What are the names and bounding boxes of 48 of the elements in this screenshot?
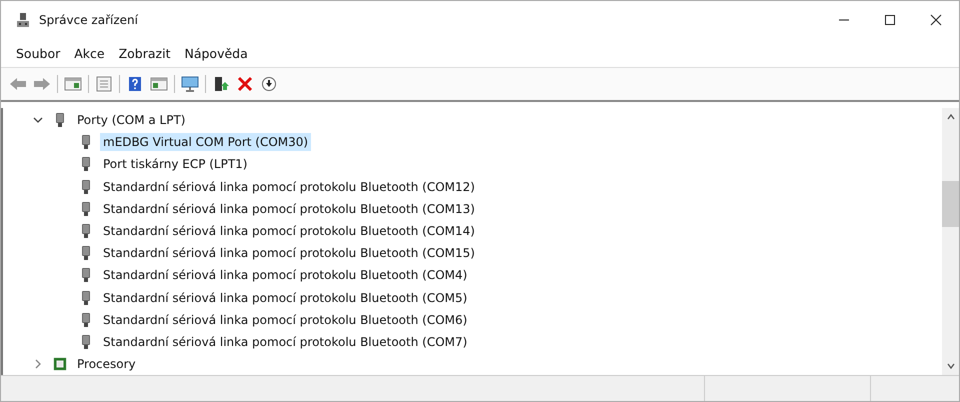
scroll-up-icon[interactable] [946,112,956,122]
menu-item[interactable]: Soubor [11,44,66,62]
tree-item[interactable]: Standardní sériová linka pomocí protokolu Bluetooth (COM5) [100,288,470,307]
collapse-chevron-icon[interactable] [33,115,43,126]
port-icon [79,312,93,328]
expand-chevron-icon[interactable] [33,359,43,370]
port-icon [79,334,93,350]
window-title: Správce zařízení [39,13,138,27]
port-icon [79,200,93,217]
maximize-icon[interactable] [884,14,896,26]
back-arrow-icon[interactable] [9,76,27,92]
tree-item[interactable]: Standardní sériová linka pomocí protokolu Bluetooth (COM12) [100,178,478,196]
tree-item[interactable]: Standardní sériová linka pomocí protokolu Bluetooth (COM6) [100,310,470,329]
driver-update-icon[interactable] [212,76,230,92]
close-icon[interactable] [930,14,942,26]
port-icon [79,245,93,262]
console-tree-icon[interactable] [64,76,82,92]
tree-item[interactable]: Standardní sériová linka pomocí protokolu Bluetooth (COM4) [100,266,470,284]
monitor-icon[interactable] [181,76,199,92]
device-manager-icon [15,12,31,28]
action-pane-icon[interactable] [150,76,168,92]
tree-item[interactable]: Porty (COM a LPT) [74,111,188,130]
tree-item[interactable]: Standardní sériová linka pomocí protokolu Bluetooth (COM7) [100,332,470,351]
port-icon [79,156,93,172]
processor-icon [53,356,67,372]
port-icon [53,112,67,128]
port-icon [79,178,93,195]
help-icon[interactable] [126,76,144,92]
tree-item[interactable]: Standardní sériová linka pomocí protokolu Bluetooth (COM13) [100,200,478,218]
remove-icon[interactable] [236,76,254,92]
download-circle-icon[interactable] [260,76,278,92]
menu-item[interactable]: Zobrazit [114,44,176,62]
tree-item[interactable]: Standardní sériová linka pomocí protokolu Bluetooth (COM14) [100,222,478,240]
menu-item[interactable]: Akce [69,44,110,62]
forward-arrow-icon[interactable] [33,76,51,92]
tree-item[interactable]: mEDBG Virtual COM Port (COM30) [100,133,312,152]
scrollbar[interactable] [942,108,959,375]
properties-sheet-icon[interactable] [95,76,113,92]
tree-item[interactable]: Port tiskárny ECP (LPT1) [100,155,250,174]
port-icon [79,290,93,306]
menu-item[interactable]: Nápověda [179,44,253,62]
tree-item[interactable]: Procesory [74,355,139,374]
port-icon [79,267,93,284]
scrollbar-thumb[interactable] [942,181,959,227]
tree-item[interactable]: Standardní sériová linka pomocí protokolu Bluetooth (COM15) [100,244,478,262]
scroll-down-icon[interactable] [946,361,956,371]
port-icon [79,223,93,240]
port-icon [79,134,93,150]
